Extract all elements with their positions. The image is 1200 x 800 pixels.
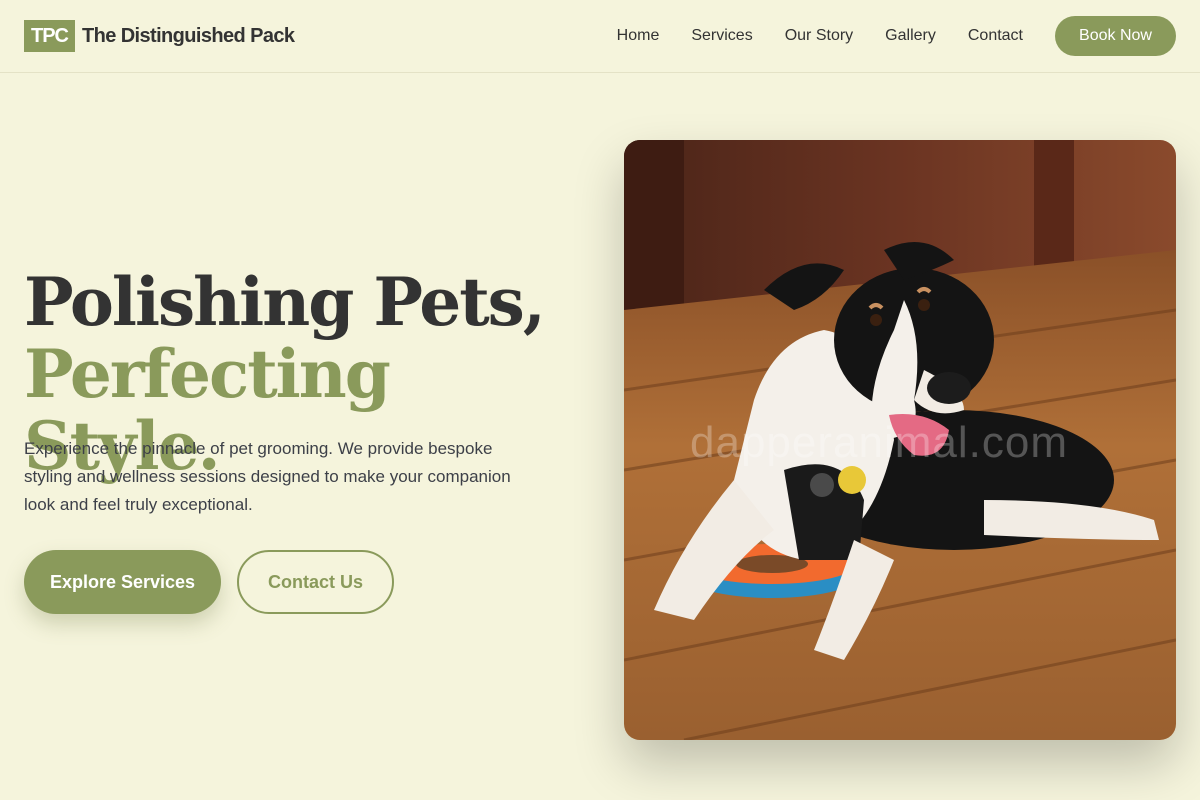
nav-link-gallery[interactable]: Gallery: [885, 16, 936, 56]
contact-us-button[interactable]: Contact Us: [237, 550, 394, 614]
hero-title-line1: Polishing Pets,: [24, 263, 546, 341]
logo-badge: TPC: [24, 20, 75, 52]
nav-link-our-story[interactable]: Our Story: [785, 16, 853, 56]
nav-link-contact[interactable]: Contact: [968, 16, 1023, 56]
image-watermark: dapperanimal.com: [690, 418, 1068, 467]
brand-name: The Distinguished Pack: [82, 24, 295, 47]
brand[interactable]: TPC The Distinguished Pack: [24, 20, 295, 52]
hero-description: Experience the pinnacle of pet grooming.…: [24, 439, 511, 514]
nav-link-services[interactable]: Services: [691, 16, 752, 56]
book-now-button[interactable]: Book Now: [1055, 16, 1176, 56]
site-header: TPC The Distinguished Pack Home Services…: [0, 0, 1200, 73]
explore-services-button[interactable]: Explore Services: [24, 550, 221, 614]
hero-dog-image: dapperanimal.com: [624, 140, 1176, 740]
nav-link-home[interactable]: Home: [617, 16, 660, 56]
main-nav: Home Services Our Story Gallery Contact …: [617, 16, 1176, 56]
